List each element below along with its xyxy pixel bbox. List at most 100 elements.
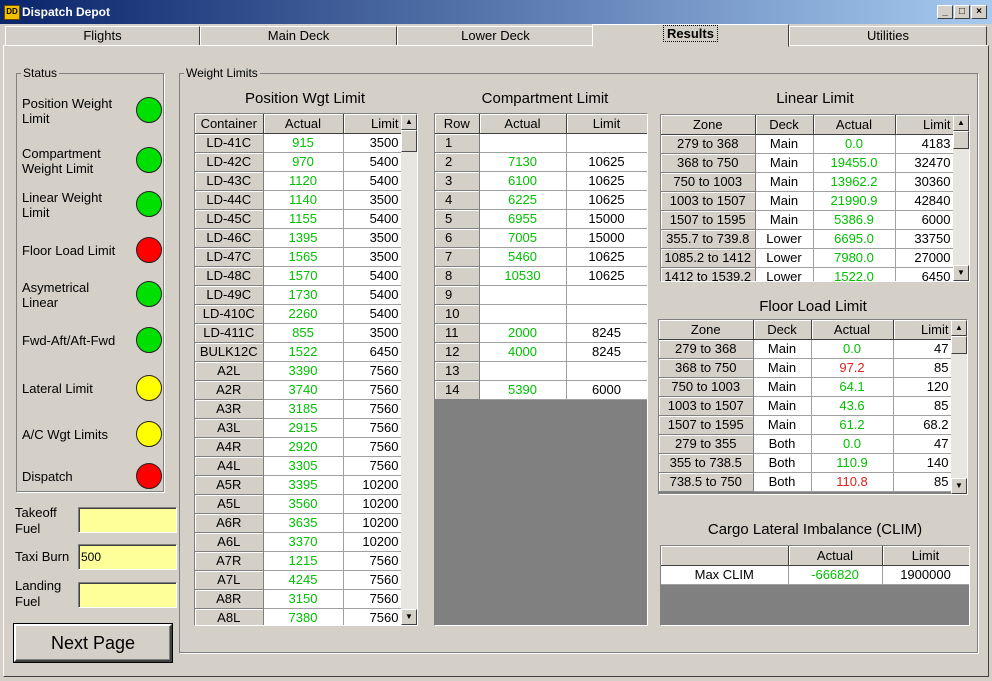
tab-lower-deck[interactable]: Lower Deck [397, 26, 594, 46]
position-limit-grid[interactable]: Container Actual Limit LD-41C 915 3500 LD-4… [194, 113, 418, 626]
table-row[interactable]: 279 to 355 Both 0.0 47 [659, 434, 954, 454]
floor-load-limit-grid[interactable]: Zone Deck Actual Limit 279 to 368 Main 0.0… [658, 319, 968, 495]
scroll-up-arrow-icon[interactable]: ▲ [953, 115, 969, 131]
column-header-limit[interactable]: Limit [343, 114, 404, 134]
table-row[interactable]: A5L 3560 10200 [195, 494, 404, 514]
table-row[interactable]: LD-411C 855 3500 [195, 323, 404, 343]
column-header-limit[interactable]: Limit [893, 320, 954, 340]
table-row[interactable]: LD-48C 1570 5400 [195, 266, 404, 286]
table-row[interactable]: LD-45C 1155 5400 [195, 209, 404, 229]
tab-results[interactable]: Results [592, 24, 789, 47]
scroll-down-arrow-icon[interactable]: ▼ [951, 478, 967, 494]
table-row[interactable]: 3 6100 10625 [435, 171, 647, 191]
scroll-up-arrow-icon[interactable]: ▲ [401, 114, 417, 130]
table-row[interactable]: 9 [435, 285, 647, 305]
table-row[interactable]: LD-410C 2260 5400 [195, 304, 404, 324]
table-row[interactable]: A2R 3740 7560 [195, 380, 404, 400]
compartment-limit-grid[interactable]: Row Actual Limit 1 2 7130 10625 3 6100 10625 4 6… [434, 113, 648, 626]
table-row[interactable]: 10 [435, 304, 647, 324]
table-row[interactable]: LD-42C 970 5400 [195, 152, 404, 172]
table-row[interactable]: LD-43C 1120 5400 [195, 171, 404, 191]
linear-scrollbar[interactable]: ▲ ▼ [953, 115, 969, 281]
table-row[interactable]: A8L 7380 7560 [195, 608, 404, 625]
table-row[interactable]: 355.7 to 739.8 Lower 6695.0 33750 [661, 229, 956, 249]
table-row[interactable]: 7 5460 10625 [435, 247, 647, 267]
scroll-thumb[interactable] [401, 130, 417, 152]
column-header-actual[interactable]: Actual [263, 114, 344, 134]
clim-grid[interactable]: Actual Limit Max CLIM -666820 1900000 [660, 545, 970, 626]
table-row[interactable]: 6 7005 15000 [435, 228, 647, 248]
column-header-limit[interactable]: Limit [882, 546, 969, 566]
scroll-down-arrow-icon[interactable]: ▼ [953, 265, 969, 281]
table-row[interactable]: 368 to 750 Main 97.2 85 [659, 358, 954, 378]
table-row[interactable]: 11 2000 8245 [435, 323, 647, 343]
table-row[interactable]: A4L 3305 7560 [195, 456, 404, 476]
table-row[interactable]: A5R 3395 10200 [195, 475, 404, 495]
table-row[interactable]: 355 to 738.5 Both 110.9 140 [659, 453, 954, 473]
landing-fuel-input[interactable] [78, 582, 177, 608]
table-row[interactable]: 1412 to 1539.2 Lower 1522.0 6450 [661, 267, 956, 281]
column-header-zone[interactable]: Zone [661, 115, 756, 135]
table-row[interactable]: A7L 4245 7560 [195, 570, 404, 590]
table-row[interactable]: 368 to 750 Main 19455.0 32470 [661, 153, 956, 173]
scroll-thumb[interactable] [951, 336, 967, 354]
column-header-actual[interactable]: Actual [479, 114, 567, 134]
column-header-zone[interactable]: Zone [659, 320, 754, 340]
column-header-row[interactable]: Row [435, 114, 480, 134]
table-row[interactable]: 5 6955 15000 [435, 209, 647, 229]
linear-limit-grid[interactable]: Zone Deck Actual Limit 279 to 368 Main 0.0… [660, 114, 970, 282]
table-row[interactable]: 13 [435, 361, 647, 381]
table-row[interactable]: 1003 to 1507 Main 21990.9 42840 [661, 191, 956, 211]
close-button[interactable]: × [971, 5, 987, 19]
scroll-down-arrow-icon[interactable]: ▼ [401, 609, 417, 625]
table-row[interactable]: 1085.2 to 1412 Lower 7980.0 27000 [661, 248, 956, 268]
table-row[interactable]: 12 4000 8245 [435, 342, 647, 362]
table-row[interactable]: A7R 1215 7560 [195, 551, 404, 571]
table-row[interactable]: A4R 2920 7560 [195, 437, 404, 457]
table-row[interactable]: 1507 to 1595 Main 5386.9 6000 [661, 210, 956, 230]
table-row[interactable]: 8 10530 10625 [435, 266, 647, 286]
column-header-deck[interactable]: Deck [753, 320, 812, 340]
column-header-limit[interactable]: Limit [566, 114, 647, 134]
table-row[interactable]: 4 6225 10625 [435, 190, 647, 210]
table-row[interactable]: 2 7130 10625 [435, 152, 647, 172]
table-row[interactable]: LD-44C 1140 3500 [195, 190, 404, 210]
column-header-deck[interactable]: Deck [755, 115, 814, 135]
table-row[interactable]: LD-41C 915 3500 [195, 133, 404, 153]
minimize-button[interactable]: _ [937, 5, 953, 19]
tab-utilities[interactable]: Utilities [789, 26, 987, 46]
table-row[interactable]: LD-49C 1730 5400 [195, 285, 404, 305]
column-header-actual[interactable]: Actual [813, 115, 896, 135]
table-row[interactable]: 750 to 1003 Main 64.1 120 [659, 377, 954, 397]
column-header-container[interactable]: Container [195, 114, 264, 134]
table-row[interactable]: A2L 3390 7560 [195, 361, 404, 381]
table-row[interactable]: 738.5 to 750 Both 110.8 85 [659, 472, 954, 492]
takeoff-fuel-input[interactable] [78, 507, 177, 533]
table-row[interactable]: A6L 3370 10200 [195, 532, 404, 552]
scroll-thumb[interactable] [953, 131, 969, 149]
column-header-limit[interactable]: Limit [895, 115, 956, 135]
table-row[interactable]: 14 5390 6000 [435, 380, 647, 400]
table-row[interactable]: 279 to 368 Main 0.0 47 [659, 339, 954, 359]
table-row[interactable]: 1 [435, 133, 647, 153]
table-row[interactable]: LD-47C 1565 3500 [195, 247, 404, 267]
table-row[interactable]: 1003 to 1507 Main 43.6 85 [659, 396, 954, 416]
scroll-up-arrow-icon[interactable]: ▲ [951, 320, 967, 336]
table-row[interactable]: Max CLIM -666820 1900000 [661, 565, 969, 585]
table-row[interactable]: BULK12C 1522 6450 [195, 342, 404, 362]
next-page-button[interactable]: Next Page [14, 624, 172, 662]
taxi-burn-input[interactable] [78, 544, 177, 570]
table-row[interactable]: LD-46C 1395 3500 [195, 228, 404, 248]
table-row[interactable]: 279 to 368 Main 0.0 4183 [661, 134, 956, 154]
column-header-actual[interactable]: Actual [788, 546, 883, 566]
tab-flights[interactable]: Flights [5, 26, 200, 46]
tab-main-deck[interactable]: Main Deck [200, 26, 397, 46]
table-row[interactable]: A3L 2915 7560 [195, 418, 404, 438]
position-scrollbar[interactable]: ▲ ▼ [401, 114, 417, 625]
table-row[interactable]: 750 to 1003 Main 13962.2 30360 [661, 172, 956, 192]
table-row[interactable]: 1507 to 1595 Main 61.2 68.2 [659, 415, 954, 435]
table-row[interactable]: A8R 3150 7560 [195, 589, 404, 609]
floor-load-scrollbar[interactable]: ▲ ▼ [951, 320, 967, 494]
maximize-button[interactable]: □ [954, 5, 970, 19]
column-header-actual[interactable]: Actual [811, 320, 894, 340]
